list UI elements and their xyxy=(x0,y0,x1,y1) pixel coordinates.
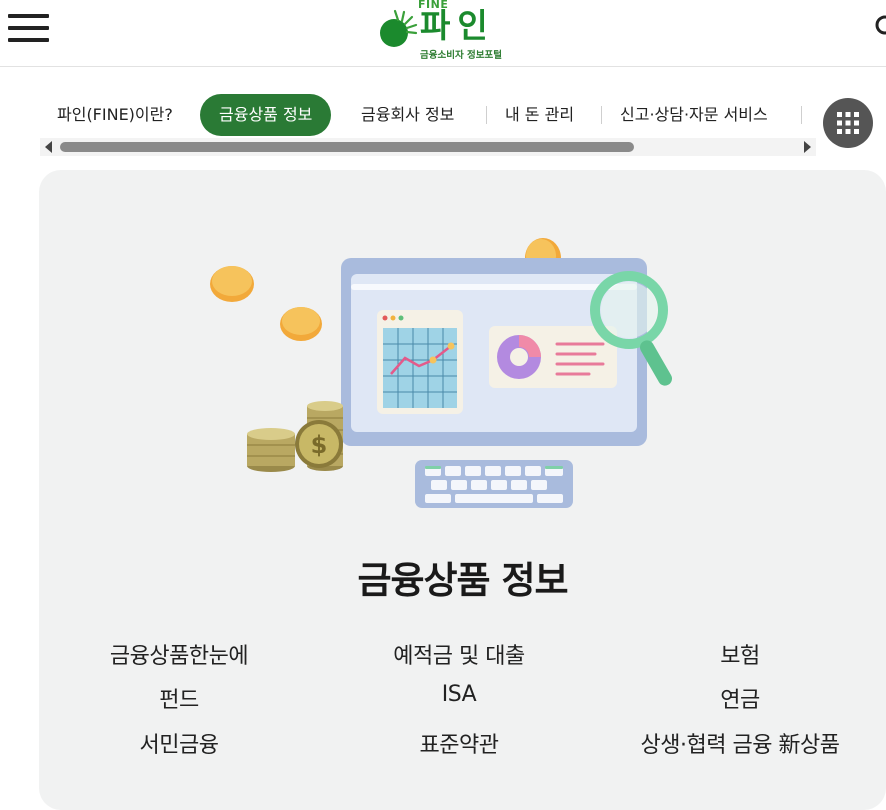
nav-divider xyxy=(486,106,487,124)
grid-icon xyxy=(837,112,859,134)
link-insurance[interactable]: 보험 xyxy=(720,638,760,670)
nav-divider xyxy=(601,106,602,124)
main-nav: 파인(FINE)이란? 금융상품 정보 금융회사 정보 내 돈 관리 신고·상담… xyxy=(0,90,886,148)
link-pension[interactable]: 연금 xyxy=(720,682,760,714)
search-icon[interactable] xyxy=(874,14,886,38)
scrollbar-thumb[interactable] xyxy=(60,142,634,152)
site-header: FINE 파인 금융소비자 정보포털 xyxy=(0,0,886,67)
link-cooperative-finance-products[interactable]: 상생·협력 금융 新상품 xyxy=(641,727,840,759)
link-microfinance[interactable]: 서민금융 xyxy=(140,727,219,759)
link-standard-terms[interactable]: 표준약관 xyxy=(420,727,499,759)
nav-divider xyxy=(801,106,802,124)
nav-tab-report-consult[interactable]: 신고·상담·자문 서비스 xyxy=(620,94,768,136)
logo-subtitle: 금융소비자 정보포털 xyxy=(420,50,502,61)
scroll-right-arrow-icon[interactable] xyxy=(802,141,812,153)
site-logo[interactable]: FINE 파인 금융소비자 정보포털 xyxy=(378,0,508,62)
hamburger-menu-icon[interactable] xyxy=(8,12,49,44)
all-menu-button[interactable] xyxy=(823,98,873,148)
link-products-at-a-glance[interactable]: 금융상품한눈에 xyxy=(110,638,249,670)
logo-wordmark: 파인 xyxy=(420,6,495,45)
link-isa[interactable]: ISA xyxy=(442,682,477,707)
computer-finance-illustration: $ xyxy=(210,238,672,508)
scroll-left-arrow-icon[interactable] xyxy=(44,141,54,153)
nav-tab-about-fine[interactable]: 파인(FINE)이란? xyxy=(57,94,173,136)
link-fund[interactable]: 펀드 xyxy=(159,682,199,714)
nav-tab-financial-products[interactable]: 금융상품 정보 xyxy=(200,94,332,136)
link-deposits-and-loans[interactable]: 예적금 및 대출 xyxy=(393,638,525,670)
logo-mark-icon xyxy=(380,9,418,47)
svg-text:$: $ xyxy=(311,431,328,459)
financial-products-card: $ 금융상품 정보 금융상품한눈에 예적금 및 대출 보험 펀드 ISA 연금 … xyxy=(39,170,886,810)
nav-tab-financial-companies[interactable]: 금융회사 정보 xyxy=(361,94,454,136)
nav-tab-my-money[interactable]: 내 돈 관리 xyxy=(505,94,574,136)
nav-scrollbar[interactable] xyxy=(40,138,816,156)
card-title: 금융상품 정보 xyxy=(357,559,568,602)
